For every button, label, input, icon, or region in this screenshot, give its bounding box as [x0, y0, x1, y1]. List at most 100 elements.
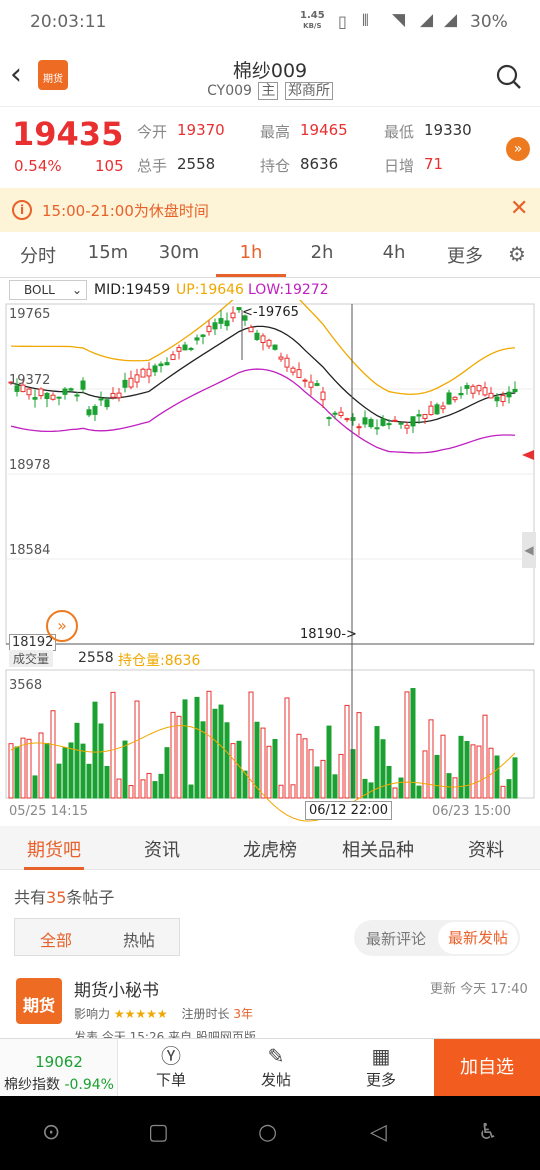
- kline-chart[interactable]: [0, 300, 540, 826]
- more-button[interactable]: ▦ 更多: [346, 1043, 416, 1090]
- settings-icon[interactable]: ⚙: [508, 242, 526, 266]
- replay-icon[interactable]: »: [46, 610, 78, 642]
- header: ‹ 期货 棉纱009 CY009 主 郑商所: [0, 46, 540, 106]
- candle-body: [110, 392, 116, 398]
- list-item[interactable]: 期货 期货小秘书 更新 今天 17:40 影响力 ★★★★★ 注册时长 3年 发…: [0, 972, 540, 1038]
- filter-all[interactable]: 全部: [15, 927, 97, 951]
- indicator-select[interactable]: BOLL ⌄: [9, 280, 87, 300]
- boll-low: LOW:19272: [248, 282, 329, 298]
- volume-bar: [62, 747, 68, 799]
- index-name-text: 棉纱指数: [4, 1077, 60, 1093]
- candle-body: [470, 385, 476, 394]
- x-label-start: 05/25 14:15: [9, 804, 89, 819]
- sort-latest-post[interactable]: 最新发帖: [438, 922, 518, 954]
- candle-body: [290, 367, 296, 373]
- volume-bar: [140, 779, 146, 799]
- search-icon[interactable]: [496, 64, 522, 90]
- y-tick-0: 19765: [9, 307, 51, 322]
- candle-body: [68, 388, 74, 391]
- candle-body: [398, 422, 404, 425]
- candle-body: [410, 416, 416, 427]
- volume-bar: [92, 701, 98, 799]
- volume-bar: [512, 757, 518, 799]
- volume-indicator-label[interactable]: 成交量: [9, 650, 54, 667]
- tab-more[interactable]: 更多: [440, 242, 490, 268]
- battery-level: 30%: [470, 12, 508, 32]
- low-value: 19330: [424, 121, 472, 139]
- back-nav-icon[interactable]: ◁: [370, 1120, 387, 1145]
- tab-intraday[interactable]: 分时: [14, 242, 62, 268]
- candle-body: [218, 318, 224, 324]
- close-icon[interactable]: ✕: [510, 196, 528, 221]
- candle-body: [206, 325, 212, 333]
- tab-info[interactable]: 资料: [464, 836, 508, 862]
- tab-rank[interactable]: 龙虎榜: [240, 836, 300, 862]
- index-quote[interactable]: 19062 棉纱指数 -0.94%: [0, 1039, 118, 1097]
- volume-bar: [344, 704, 350, 799]
- volume-bar: [332, 774, 338, 799]
- candle-body: [98, 398, 104, 401]
- accessibility-icon[interactable]: ♿: [478, 1120, 498, 1145]
- tab-forum[interactable]: 期货吧: [22, 836, 86, 862]
- tab-1h[interactable]: 1h: [226, 242, 276, 263]
- volume-bar: [104, 765, 110, 799]
- post-label: 发帖: [260, 1071, 291, 1089]
- volume-bar: [98, 723, 104, 799]
- candle-body: [134, 374, 140, 383]
- candle-body: [212, 322, 218, 330]
- volume-bar: [446, 773, 452, 799]
- volume-bar: [278, 784, 284, 799]
- quote-panel: 19435 0.54% 105 今开 19370 最高 19465 最低 193…: [0, 106, 540, 188]
- candle-body: [314, 383, 320, 386]
- recents-icon[interactable]: ▢: [148, 1120, 169, 1145]
- reg-years: 3年: [233, 1007, 253, 1021]
- volume-bar: [308, 749, 314, 799]
- volume-bar: [188, 784, 194, 799]
- filter-hot[interactable]: 热帖: [97, 927, 181, 951]
- candle-body: [152, 365, 158, 373]
- sort-latest-comment[interactable]: 最新评论: [366, 928, 426, 949]
- boll-up: UP:19646: [176, 282, 244, 298]
- tab-2h[interactable]: 2h: [298, 242, 346, 263]
- tab-news[interactable]: 资讯: [140, 836, 184, 862]
- volume-bar: [8, 743, 14, 799]
- collapse-handle-icon[interactable]: ◀: [522, 532, 536, 568]
- volume-bar: [146, 772, 152, 799]
- volume-bar: [458, 735, 464, 799]
- volume-value: 2558: [177, 155, 216, 173]
- notice-banner: i 15:00-21:00为休盘时间 ✕: [0, 188, 540, 232]
- post-button[interactable]: ✎ 发帖: [241, 1043, 311, 1090]
- candle-body: [50, 394, 56, 400]
- candle-body: [86, 409, 92, 416]
- candle-body: [464, 385, 470, 389]
- volume-bar: [56, 763, 62, 799]
- candle-body: [482, 387, 488, 396]
- influence-stars: ★★★★★: [113, 1007, 168, 1021]
- tab-4h[interactable]: 4h: [370, 242, 418, 263]
- tab-15m[interactable]: 15m: [84, 242, 132, 263]
- reg-label: 注册时长: [181, 1007, 230, 1021]
- order-button[interactable]: Ⓨ 下单: [136, 1043, 206, 1090]
- chevron-down-icon: ⌄: [71, 283, 82, 297]
- add-watchlist-button[interactable]: 加自选: [434, 1039, 540, 1097]
- volume-bar: [380, 739, 386, 799]
- author-name[interactable]: 期货小秘书: [74, 976, 159, 1001]
- expand-quote-icon[interactable]: »: [506, 137, 530, 161]
- candle-body: [188, 347, 194, 350]
- assist-icon[interactable]: ⊙: [42, 1120, 60, 1145]
- candle-body: [434, 404, 440, 415]
- volume-bar: [470, 744, 476, 799]
- volume-bar: [422, 750, 428, 799]
- status-time: 20:03:11: [30, 12, 107, 32]
- min-price-label: 18190->: [300, 627, 357, 642]
- notice-text: 15:00-21:00为休盘时间: [42, 202, 209, 220]
- tab-related[interactable]: 相关品种: [338, 836, 418, 862]
- volume-bar: [74, 722, 80, 799]
- y-tick-2: 18978: [9, 458, 51, 473]
- candle-body: [308, 381, 314, 388]
- home-icon[interactable]: ○: [258, 1120, 277, 1145]
- post-count-prefix: 共有: [14, 888, 47, 907]
- tab-30m[interactable]: 30m: [154, 242, 204, 263]
- exchange-tag: 郑商所: [284, 82, 333, 100]
- author-avatar: 期货: [16, 978, 62, 1024]
